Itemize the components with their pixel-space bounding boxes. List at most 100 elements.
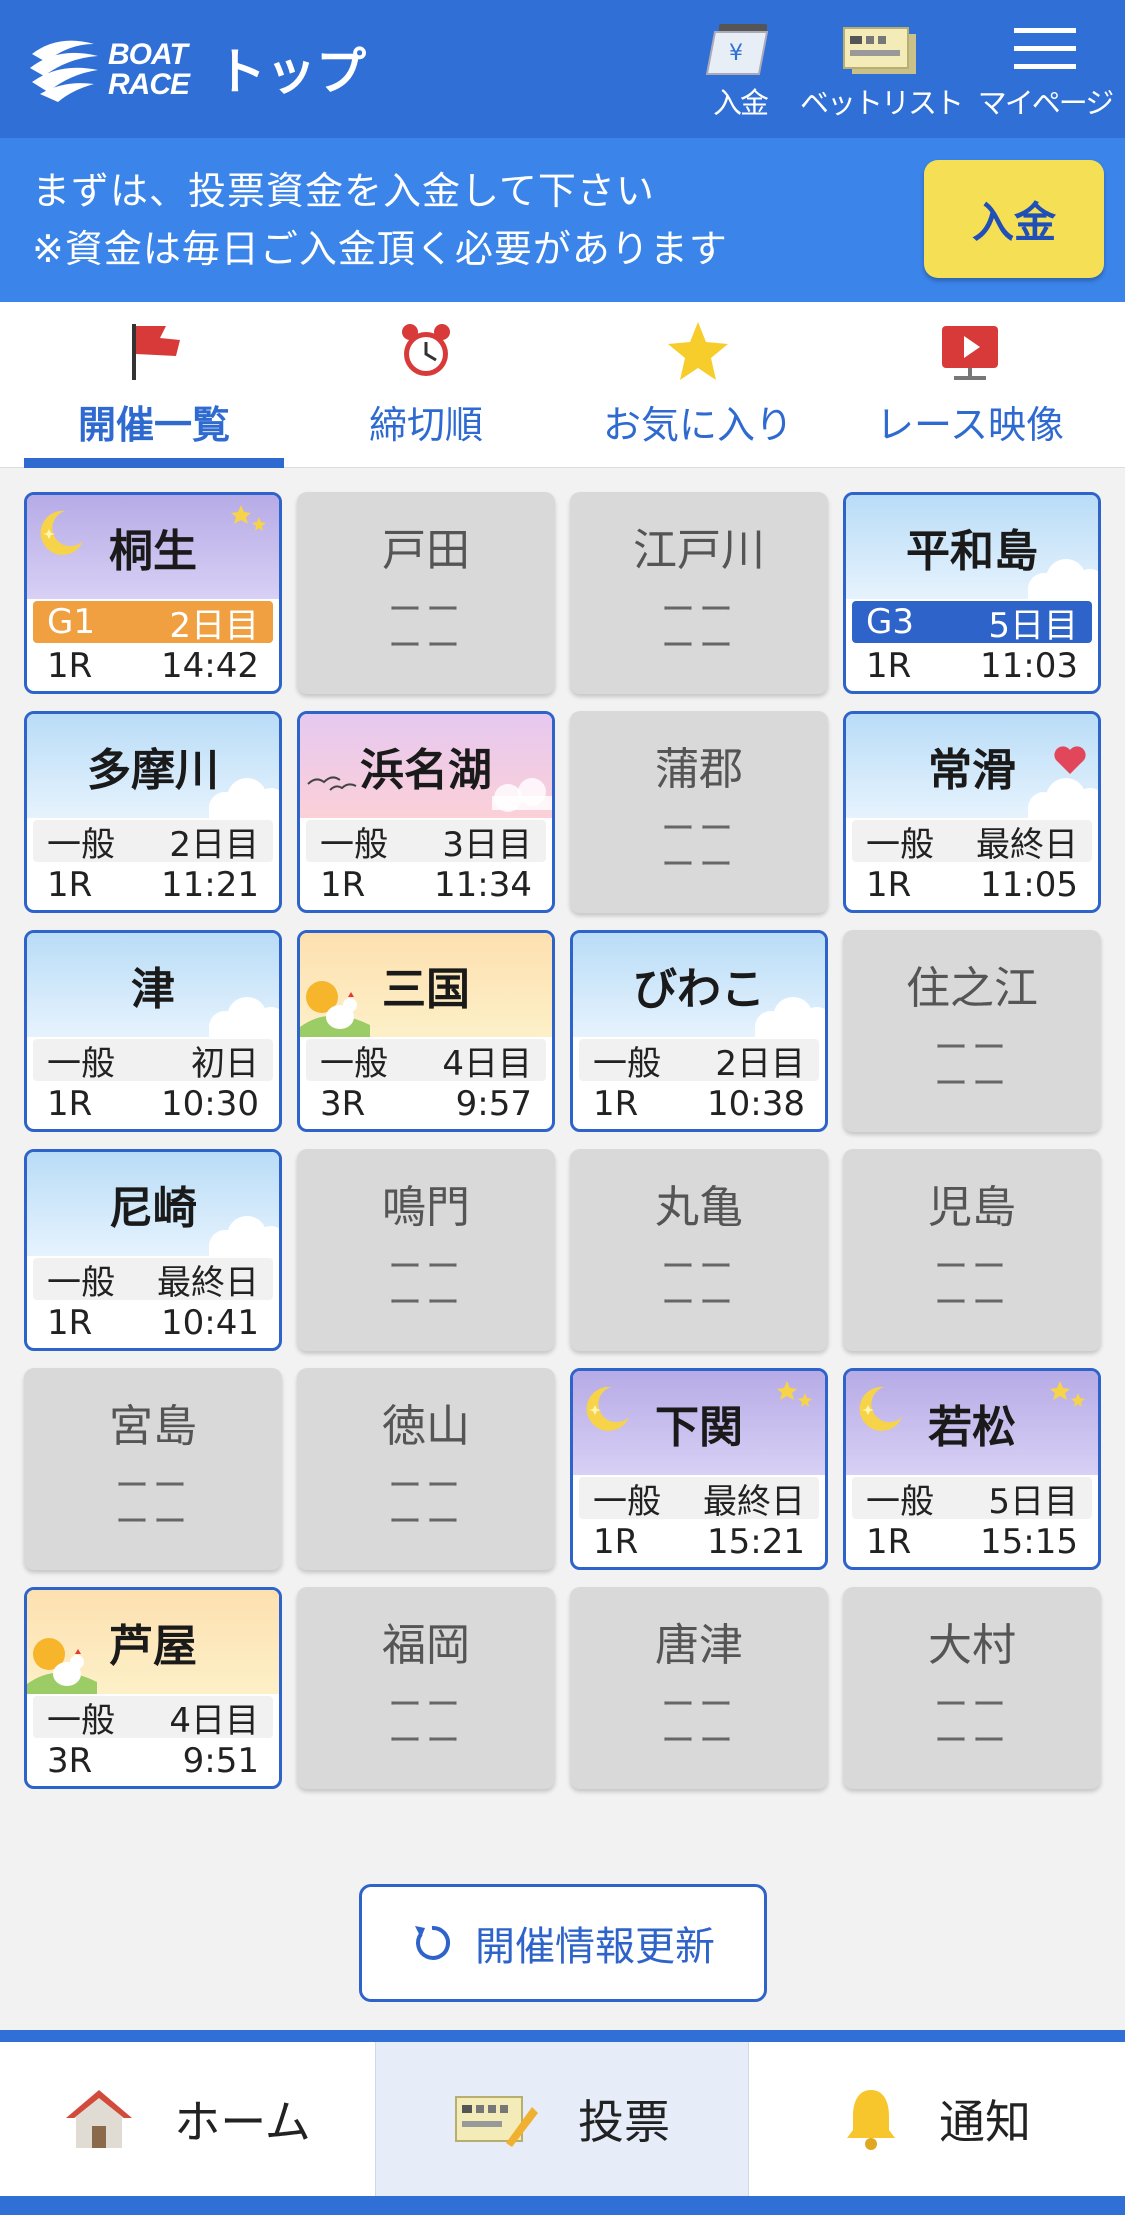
venue-race-info: G3 5日目 1R 11:03 [852, 599, 1092, 687]
venue-race-info: 一般 2日目 1R 10:38 [579, 1037, 819, 1125]
venue-card[interactable]: 三国 一般 4日目 3R 9:57 [297, 930, 555, 1132]
home-icon [66, 2090, 133, 2148]
nav-vote[interactable]: 投票 [375, 2042, 749, 2196]
yen-ticket-icon: ¥ [705, 24, 769, 75]
tab-deadline-order[interactable]: 締切順 [296, 302, 556, 468]
race-grade-row: 一般 2日目 [579, 1039, 819, 1084]
venue-name: 津 [131, 964, 175, 1015]
race-deadline: 14:42 [161, 646, 259, 686]
venue-no-race: ーー ーー [934, 1685, 1010, 1761]
race-grade-row: 一般 4日目 [33, 1696, 273, 1741]
race-deadline: 11:05 [980, 865, 1078, 905]
mypage-button[interactable]: マイページ [975, 18, 1115, 122]
venue-no-race: ーー ーー [388, 1466, 464, 1542]
race-deadline: 9:51 [182, 1741, 259, 1781]
race-deadline: 11:03 [980, 646, 1078, 686]
venue-card: 福岡 ーー ーー [297, 1587, 555, 1789]
race-day: 最終日 [976, 824, 1078, 865]
race-number: 1R [47, 1084, 93, 1124]
venue-no-race: ーー ーー [661, 809, 737, 885]
venue-grid: 桐生 G1 2日目 1R 14:42 戸田 ーー ーー 江戸川 ーー ーー 平和島 G3 5日目 1R 11:… [0, 468, 1125, 1828]
venue-name: 浜名湖 [360, 745, 492, 796]
venue-card[interactable]: 尼崎 一般 最終日 1R 10:41 [24, 1149, 282, 1351]
race-number: 1R [47, 646, 93, 686]
venue-header: 若松 [846, 1371, 1098, 1475]
venue-card[interactable]: 多摩川 一般 2日目 1R 11:21 [24, 711, 282, 913]
venue-header: 常滑 [846, 714, 1098, 818]
race-deadline: 11:21 [161, 865, 259, 905]
page-title: トップ [216, 43, 366, 101]
refresh-schedule-button[interactable]: 開催情報更新 [359, 1884, 767, 2002]
race-day: 5日目 [988, 605, 1078, 646]
race-time-row: 1R 10:30 [33, 1083, 273, 1125]
video-play-icon [942, 326, 998, 380]
race-grade-row: 一般 最終日 [579, 1477, 819, 1522]
race-time-row: 3R 9:57 [306, 1083, 546, 1125]
venue-card[interactable]: 若松 一般 5日目 1R 15:15 [843, 1368, 1101, 1570]
ticket-list-icon [843, 27, 916, 74]
venue-race-info: 一般 最終日 1R 10:41 [33, 1256, 273, 1344]
bottom-navigation: ホーム 投票 通知 [0, 2030, 1125, 2215]
venue-name: 宮島 [109, 1401, 197, 1452]
venue-header: 尼崎 [27, 1152, 279, 1256]
venue-card[interactable]: 津一般 初日 1R 10:30 [24, 930, 282, 1132]
alarm-clock-icon [402, 324, 450, 376]
venue-card[interactable]: 桐生 G1 2日目 1R 14:42 [24, 492, 282, 694]
race-day: 最終日 [157, 1262, 259, 1303]
race-time-row: 1R 11:03 [852, 645, 1092, 687]
notice-text: まずは、投票資金を入金して下さい ※資金は毎日ご入金頂く必要があります [32, 169, 728, 271]
svg-text:¥: ¥ [729, 41, 743, 66]
venue-race-info: 一般 初日 1R 10:30 [33, 1037, 273, 1125]
race-time-row: 1R 15:15 [852, 1521, 1092, 1563]
venue-card: 児島 ーー ーー [843, 1149, 1101, 1351]
race-number: 1R [47, 1303, 93, 1343]
deposit-header-button[interactable]: ¥ 入金 [690, 18, 790, 122]
venue-no-race: ーー ーー [934, 1247, 1010, 1323]
active-tab-indicator [24, 458, 284, 468]
race-time-row: 1R 11:05 [852, 864, 1092, 906]
venue-card[interactable]: 平和島 G3 5日目 1R 11:03 [843, 492, 1101, 694]
venue-no-race: ーー ーー [661, 590, 737, 666]
venue-card[interactable]: 常滑 一般 最終日 1R 11:05 [843, 711, 1101, 913]
deposit-notice-banner: まずは、投票資金を入金して下さい ※資金は毎日ご入金頂く必要があります 入金 [0, 138, 1125, 302]
race-day: 4日目 [442, 1043, 532, 1084]
venue-header: 芦屋 [27, 1590, 279, 1694]
venue-card: 徳山 ーー ーー [297, 1368, 555, 1570]
race-grade-row: G3 5日目 [852, 601, 1092, 646]
deposit-button[interactable]: 入金 [924, 160, 1104, 278]
nav-home[interactable]: ホーム [0, 2042, 375, 2196]
star-icon [668, 322, 728, 380]
venue-name: 児島 [928, 1182, 1016, 1233]
hamburger-menu-icon [1014, 28, 1076, 69]
race-deadline: 10:41 [161, 1303, 259, 1343]
venue-header: びわこ [573, 933, 825, 1037]
venue-race-info: 一般 4日目 3R 9:51 [33, 1694, 273, 1782]
venue-name: 福岡 [382, 1620, 470, 1671]
race-day: 2日目 [169, 605, 259, 646]
tab-race-video[interactable]: レース映像 [840, 302, 1100, 468]
race-time-row: 1R 11:21 [33, 864, 273, 906]
race-grade: 一般 [47, 1700, 115, 1741]
venue-card: 戸田 ーー ーー [297, 492, 555, 694]
venue-card[interactable]: 下関 一般 最終日 1R 15:21 [570, 1368, 828, 1570]
venue-card: 蒲郡 ーー ーー [570, 711, 828, 913]
venue-header: 津 [27, 933, 279, 1037]
race-grade-row: 一般 最終日 [852, 820, 1092, 865]
venue-card[interactable]: びわこ 一般 2日目 1R 10:38 [570, 930, 828, 1132]
ticket-pen-icon [455, 2096, 538, 2147]
race-deadline: 9:57 [455, 1084, 532, 1124]
venue-header: 平和島 [846, 495, 1098, 599]
venue-card[interactable]: 芦屋一般 4日目 3R 9:51 [24, 1587, 282, 1789]
venue-card[interactable]: 浜名湖 一般 3日目 1R 11:34 [297, 711, 555, 913]
race-day: 2日目 [169, 824, 259, 865]
venue-name: 芦屋 [109, 1621, 197, 1672]
tab-favorites[interactable]: お気に入り [568, 302, 828, 468]
tab-schedule-list[interactable]: 開催一覧 [24, 302, 284, 468]
venue-no-race: ーー ーー [934, 1028, 1010, 1104]
venue-name: 戸田 [382, 525, 470, 576]
venue-race-info: 一般 最終日 1R 11:05 [852, 818, 1092, 906]
bet-list-button[interactable]: ベットリスト [800, 18, 964, 122]
venue-name: 蒲郡 [655, 744, 743, 795]
nav-notifications[interactable]: 通知 [749, 2042, 1125, 2196]
venue-header: 多摩川 [27, 714, 279, 818]
